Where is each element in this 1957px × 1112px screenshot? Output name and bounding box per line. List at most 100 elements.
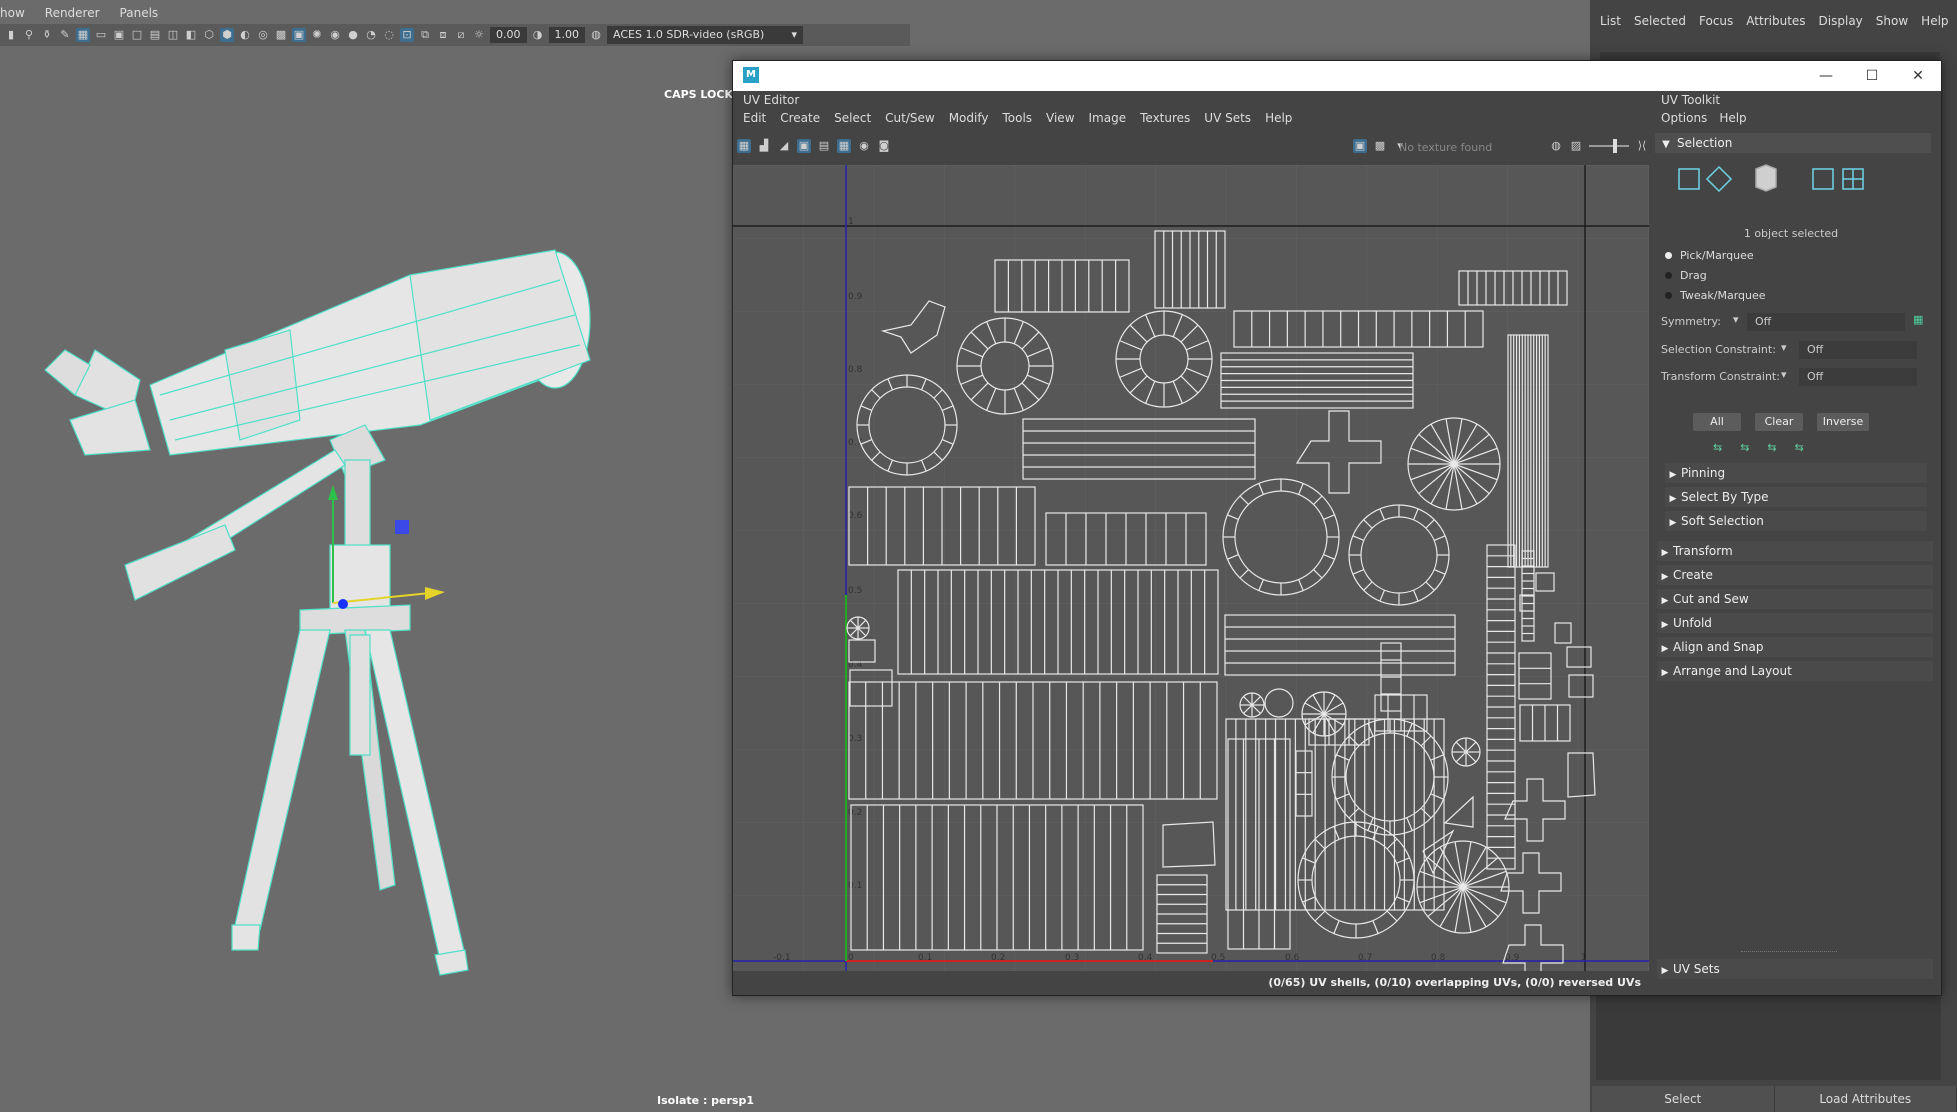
minimize-icon[interactable]: —	[1803, 61, 1849, 91]
transform-constraint-dropdown[interactable]: Off	[1799, 368, 1917, 386]
selection-section-header[interactable]: ▼ Selection	[1655, 133, 1931, 153]
section-label: Create	[1673, 568, 1713, 582]
u-label: 0.9	[1505, 953, 1520, 963]
collapsed-triangle-icon: ▶	[1661, 668, 1669, 678]
menu-attributes[interactable]: Attributes	[1746, 14, 1805, 28]
telescope-model[interactable]	[0, 0, 700, 1000]
uv-sets-section[interactable]: ▶ UV Sets	[1657, 959, 1933, 979]
clear-button[interactable]: Clear	[1755, 413, 1803, 431]
menu-options[interactable]: Options	[1661, 111, 1707, 125]
maximize-icon[interactable]: ☐	[1849, 61, 1895, 91]
texture-message: No texture found	[1399, 141, 1493, 154]
expand-toolbar-icon[interactable]: ⟩⟨	[1635, 139, 1649, 153]
align-and-snap-section[interactable]: ▶ Align and Snap	[1657, 637, 1933, 657]
menu-show[interactable]: Show	[1876, 14, 1908, 28]
selection-constraint-dropdown[interactable]: Off	[1799, 341, 1917, 359]
collapsed-triangle-icon: ▶	[1661, 644, 1669, 654]
checker-map-icon[interactable]: ▩	[1373, 139, 1387, 153]
arrange-and-layout-section[interactable]: ▶ Arrange and Layout	[1657, 661, 1933, 681]
menu-focus[interactable]: Focus	[1699, 14, 1733, 28]
texture-sync-icon[interactable]: ◍	[1549, 139, 1563, 153]
pick-marquee-radio[interactable]: Pick/Marquee	[1665, 249, 1754, 262]
menu-help[interactable]: Help	[1719, 111, 1746, 125]
drag-radio[interactable]: Drag	[1665, 269, 1707, 282]
soft-selection-section[interactable]: ▶ Soft Selection	[1665, 511, 1927, 531]
menu-selected[interactable]: Selected	[1634, 14, 1686, 28]
snapshot-icon[interactable]: ◙	[877, 139, 891, 153]
select-by-type-section[interactable]: ▶ Select By Type	[1665, 487, 1927, 507]
menu-list[interactable]: List	[1600, 14, 1621, 28]
display-image-icon[interactable]: ▣	[1353, 139, 1367, 153]
tweak-marquee-radio[interactable]: Tweak/Marquee	[1665, 289, 1766, 302]
menu-image[interactable]: Image	[1089, 111, 1127, 125]
create-section[interactable]: ▶ Create	[1657, 565, 1933, 585]
menu-textures[interactable]: Textures	[1140, 111, 1190, 125]
radio-dot-icon	[1665, 252, 1672, 259]
uv-border-icon[interactable]: ▣	[797, 139, 811, 153]
inverse-button[interactable]: Inverse	[1817, 413, 1869, 431]
section-label: Align and Snap	[1673, 640, 1764, 654]
menu-cut-sew[interactable]: Cut/Sew	[885, 111, 935, 125]
uv-mode-icon	[1812, 168, 1834, 190]
v-label: 0.1	[848, 881, 862, 891]
symmetry-settings-icon[interactable]: ▦	[1913, 313, 1923, 326]
uv-toolkit-title: UV Toolkit	[1661, 93, 1721, 107]
menu-view[interactable]: View	[1046, 111, 1074, 125]
attribute-menubar: List Selected Focus Attributes Display S…	[1600, 14, 1949, 28]
texture-image-icon[interactable]: ▨	[1569, 139, 1583, 153]
u-label: 0.6	[1285, 953, 1300, 963]
uv-toolbar: ▦ ▟ ◢ ▣ ▤ ▦ ◉ ◙ ▣ ▩ ▾ ◍ ▨ ⟩⟨	[737, 135, 1649, 157]
uv-toolkit-menu: Options Help	[1661, 111, 1747, 125]
uv-distortion-icon[interactable]: ◢	[777, 139, 791, 153]
uv-grid-icon[interactable]: ▦	[737, 139, 751, 153]
pinning-section[interactable]: ▶ Pinning	[1665, 463, 1927, 483]
uv-grid-canvas[interactable]: 1 0.9 0.8 0.7 0.6 0.5 0.4 0.3 0.2 0.1 -0…	[733, 165, 1649, 995]
section-label: UV Sets	[1673, 962, 1720, 976]
u-label: 0.3	[1065, 953, 1079, 963]
v-label: 0.3	[848, 734, 862, 744]
uv-status-bar: (0/65) UV shells, (0/10) overlapping UVs…	[733, 971, 1649, 995]
uv-pixel-snap-icon[interactable]: ◉	[857, 139, 871, 153]
vertex-mode-icon	[1678, 168, 1700, 190]
cut-and-sew-section[interactable]: ▶ Cut and Sew	[1657, 589, 1933, 609]
menu-help[interactable]: Help	[1921, 14, 1948, 28]
object-selected-count: 1 object selected	[1743, 227, 1839, 240]
window-titlebar[interactable]: M — ☐ ✕	[733, 61, 1941, 91]
uv-grid-toggle-icon[interactable]: ▦	[837, 139, 851, 153]
menu-tools[interactable]: Tools	[1002, 111, 1032, 125]
grow-shrink-icons[interactable]: ⇆⇆⇆⇆	[1713, 441, 1822, 454]
select-button[interactable]: Select	[1592, 1086, 1775, 1112]
u-label: 0.2	[991, 953, 1005, 963]
section-label: Soft Selection	[1681, 514, 1764, 528]
select-all-button[interactable]: All	[1693, 413, 1741, 431]
uv-checker-icon[interactable]: ▤	[817, 139, 831, 153]
maya-app-icon: M	[743, 67, 759, 83]
menu-display[interactable]: Display	[1819, 14, 1863, 28]
unfold-section[interactable]: ▶ Unfold	[1657, 613, 1933, 633]
panel-divider[interactable]	[1741, 951, 1837, 952]
menu-select[interactable]: Select	[834, 111, 871, 125]
collapsed-triangle-icon: ▶	[1669, 494, 1677, 504]
uv-shaded-icon[interactable]: ▟	[757, 139, 771, 153]
v-label: 0.5	[848, 586, 862, 596]
chevron-down-icon: ▾	[1781, 368, 1787, 381]
menu-edit[interactable]: Edit	[743, 111, 766, 125]
uv-editor-window: M — ☐ ✕ UV Editor Edit Create Select Cut…	[732, 60, 1942, 996]
menu-uv-sets[interactable]: UV Sets	[1204, 111, 1251, 125]
face-mode-icon	[1755, 164, 1777, 192]
v-label: 0.8	[848, 365, 863, 375]
collapsed-triangle-icon: ▶	[1661, 572, 1669, 582]
attribute-bottom-bar: Select Load Attributes	[1592, 1086, 1957, 1112]
symmetry-dropdown[interactable]: Off	[1747, 313, 1905, 331]
transform-section[interactable]: ▶ Transform	[1657, 541, 1933, 561]
menu-create[interactable]: Create	[780, 111, 820, 125]
load-attributes-button[interactable]: Load Attributes	[1775, 1086, 1957, 1112]
brightness-slider[interactable]	[1589, 139, 1629, 153]
close-icon[interactable]: ✕	[1895, 61, 1941, 91]
transform-constraint-label: Transform Constraint:	[1661, 370, 1780, 383]
uv-layout[interactable]: 1 0.9 0.8 0.7 0.6 0.5 0.4 0.3 0.2 0.1 -0…	[733, 165, 1649, 984]
menu-modify[interactable]: Modify	[949, 111, 989, 125]
v-label: 0.6	[848, 511, 863, 521]
menu-help[interactable]: Help	[1265, 111, 1292, 125]
selection-constraint-label: Selection Constraint:	[1661, 343, 1776, 356]
